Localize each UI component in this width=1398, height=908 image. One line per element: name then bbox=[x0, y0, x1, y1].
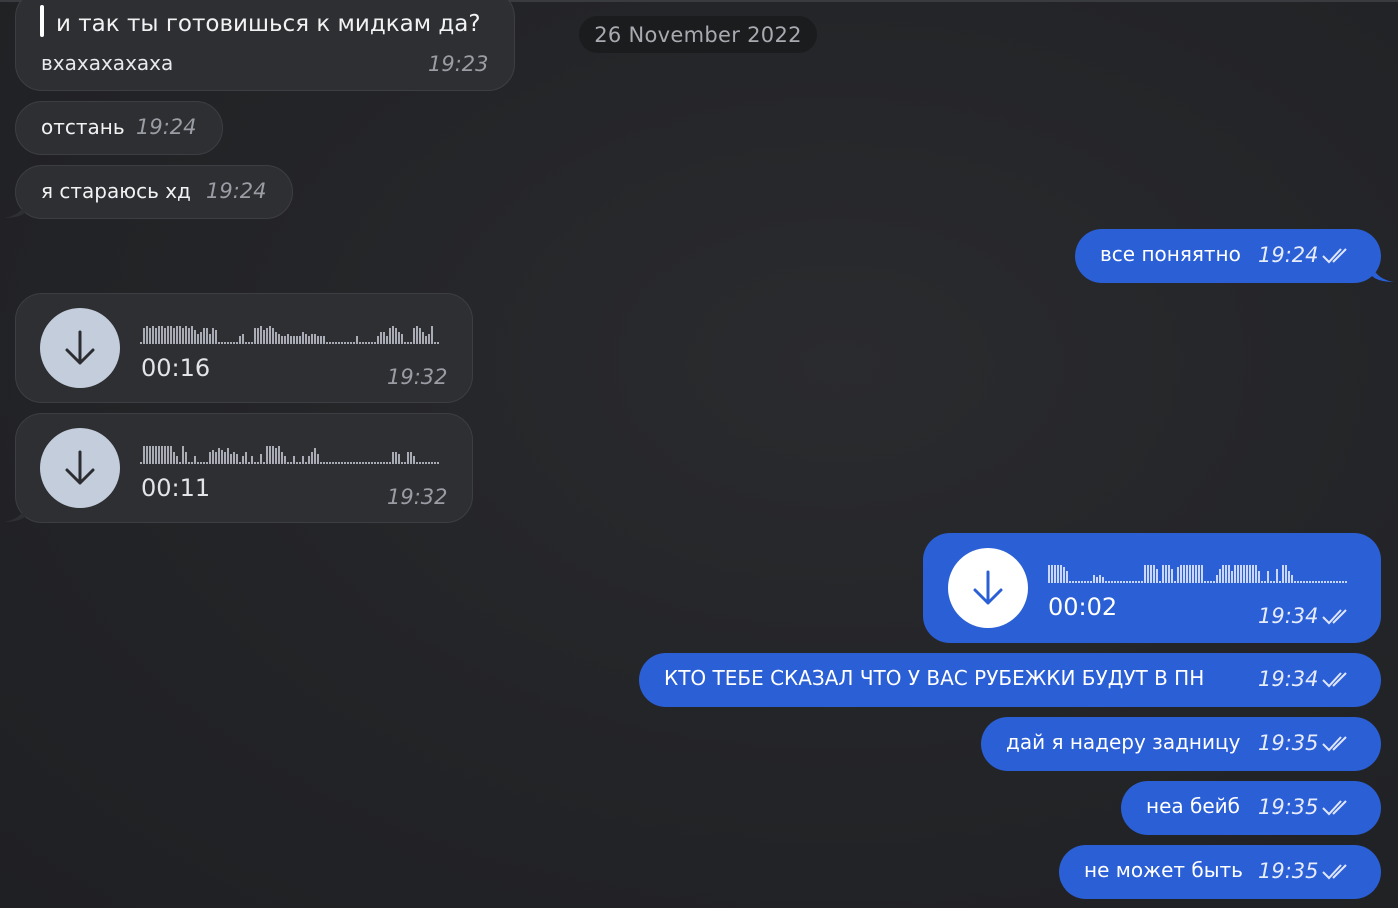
download-button[interactable] bbox=[40, 308, 120, 388]
message-text: все поняятно bbox=[1100, 242, 1241, 266]
message-time: 19:24 bbox=[1258, 243, 1319, 267]
waveform[interactable] bbox=[140, 442, 440, 466]
message-text: неа бейб bbox=[1146, 794, 1240, 818]
message-time: 19:34 bbox=[1258, 667, 1319, 691]
message-time: 19:23 bbox=[428, 52, 489, 76]
outgoing-message-1[interactable]: все поняятно 19:24 bbox=[1075, 229, 1381, 283]
message-text: КТО ТЕБЕ СКАЗАЛ ЧТО У ВАС РУБЕЖКИ БУДУТ … bbox=[664, 666, 1205, 690]
message-time: 19:34 bbox=[1258, 604, 1319, 628]
incoming-voice-message-2[interactable]: 00:11 19:32 bbox=[15, 413, 473, 523]
message-text: я стараюсь хд bbox=[41, 179, 191, 203]
message-time: 19:35 bbox=[1258, 795, 1319, 819]
message-text-line2: вхахахахаха bbox=[41, 51, 174, 75]
outgoing-message-2[interactable]: КТО ТЕБЕ СКАЗАЛ ЧТО У ВАС РУБЕЖКИ БУДУТ … bbox=[639, 653, 1381, 707]
message-time: 19:32 bbox=[387, 365, 448, 389]
double-check-icon bbox=[1322, 248, 1347, 264]
voice-duration: 00:16 bbox=[141, 354, 211, 382]
double-check-icon bbox=[1322, 864, 1347, 880]
download-arrow-icon bbox=[65, 330, 95, 365]
message-time: 19:24 bbox=[206, 179, 267, 203]
message-text: не может быть bbox=[1084, 858, 1243, 882]
message-time: 19:32 bbox=[387, 485, 448, 509]
chat-area: и так ты готовишься к мидкам да? вхахаха… bbox=[0, 0, 1398, 908]
message-time: 19:35 bbox=[1258, 731, 1319, 755]
download-arrow-icon bbox=[973, 570, 1003, 605]
outgoing-message-3[interactable]: дай я надеру задницу 19:35 bbox=[981, 717, 1381, 771]
voice-duration: 00:11 bbox=[141, 474, 211, 502]
message-time: 19:35 bbox=[1258, 859, 1319, 883]
bubble-tail bbox=[4, 504, 26, 522]
download-arrow-icon bbox=[65, 450, 95, 485]
bubble-tail bbox=[1372, 264, 1394, 282]
bubble-tail bbox=[4, 200, 26, 218]
message-text-line1: и так ты готовишься к мидкам да? bbox=[56, 11, 481, 37]
incoming-message-1[interactable]: и так ты готовишься к мидкам да? вхахаха… bbox=[15, 0, 515, 91]
outgoing-message-5[interactable]: не может быть 19:35 bbox=[1059, 845, 1381, 899]
date-separator: 26 November 2022 bbox=[579, 16, 817, 53]
incoming-voice-message-1[interactable]: 00:16 19:32 bbox=[15, 293, 473, 403]
download-button[interactable] bbox=[948, 548, 1028, 628]
download-button[interactable] bbox=[40, 428, 120, 508]
incoming-message-3[interactable]: я стараюсь хд 19:24 bbox=[15, 165, 293, 219]
voice-duration: 00:02 bbox=[1048, 593, 1118, 621]
double-check-icon bbox=[1322, 672, 1347, 688]
message-time: 19:24 bbox=[136, 115, 197, 139]
outgoing-message-4[interactable]: неа бейб 19:35 bbox=[1121, 781, 1381, 835]
waveform[interactable] bbox=[1048, 561, 1348, 585]
double-check-icon bbox=[1322, 736, 1347, 752]
outgoing-voice-message[interactable]: 00:02 19:34 bbox=[923, 533, 1381, 643]
double-check-icon bbox=[1322, 800, 1347, 816]
message-text: дай я надеру задницу bbox=[1006, 730, 1241, 754]
message-text: отстань bbox=[41, 115, 125, 139]
waveform[interactable] bbox=[140, 322, 440, 346]
quote-bar bbox=[40, 5, 44, 37]
double-check-icon bbox=[1322, 609, 1347, 625]
incoming-message-2[interactable]: отстань 19:24 bbox=[15, 101, 223, 155]
